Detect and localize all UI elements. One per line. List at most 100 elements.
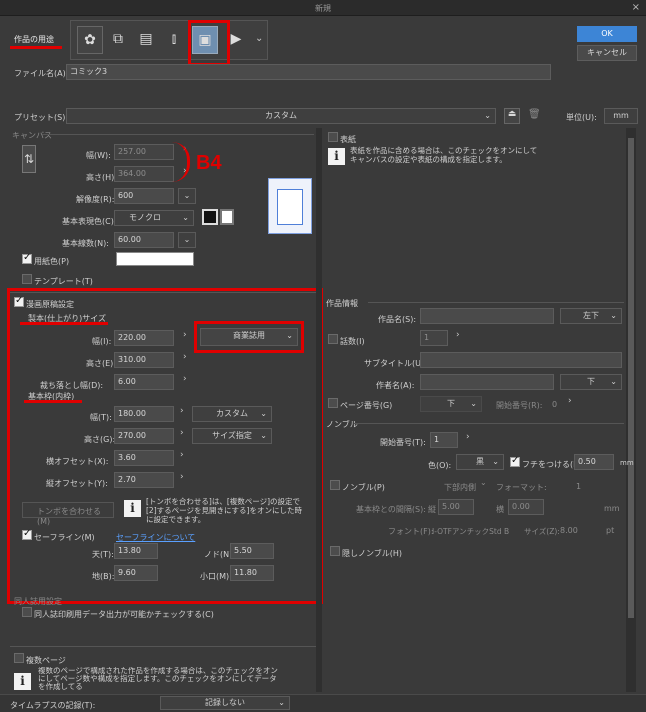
y-offset-input[interactable]: 2.70 xyxy=(114,472,174,488)
multipage-checkbox[interactable] xyxy=(14,653,24,663)
resolution-input[interactable]: 600 xyxy=(114,188,174,204)
chevron-down-icon[interactable]: ⌄ xyxy=(255,33,263,44)
orientation-icon[interactable]: ⇅ xyxy=(22,145,36,173)
cover-checkbox[interactable] xyxy=(328,132,338,142)
work-info-divider xyxy=(368,302,624,303)
safe-gutter-input[interactable]: 5.50 xyxy=(230,543,274,559)
episode-checkbox[interactable] xyxy=(328,334,338,344)
safe-fore-edge-input[interactable]: 11.80 xyxy=(230,565,274,581)
secret-nombre-checkbox[interactable] xyxy=(330,546,340,556)
page-number-position-select[interactable]: 下 ⌄ xyxy=(420,396,482,412)
screen-lines-input[interactable]: 60.00 xyxy=(114,232,174,248)
nombre-outline-checkbox[interactable] xyxy=(510,455,520,467)
frame-height-input[interactable]: 270.00 xyxy=(114,428,174,444)
work-title-position-select[interactable]: 左下 ⌄ xyxy=(560,308,622,324)
nombre-color-select[interactable]: 黒 ⌄ xyxy=(456,454,504,470)
timelapse-select[interactable]: 記録しない ⌄ xyxy=(160,696,290,710)
safe-line-help-link[interactable]: セーフラインについて xyxy=(116,532,195,543)
nombre-outline-input[interactable]: 0.50 xyxy=(574,454,614,470)
subtitle-input[interactable] xyxy=(420,352,622,368)
page-number-label: ページ番号(G) xyxy=(340,401,393,410)
spread-purpose-icon[interactable]: ⫾ xyxy=(161,26,187,54)
template-checkbox[interactable] xyxy=(22,274,32,284)
webtoon-purpose-icon[interactable]: ⧉ xyxy=(105,26,131,54)
cancel-button[interactable]: キャンセル xyxy=(577,45,637,61)
chevron-right-icon[interactable]: › xyxy=(568,396,572,406)
work-title-input[interactable] xyxy=(420,308,554,324)
selected-purpose-annotation xyxy=(188,20,230,66)
frame-width-select[interactable]: カスタム ⌄ xyxy=(192,406,272,422)
x-offset-input[interactable]: 3.60 xyxy=(114,450,174,466)
safe-bottom-input[interactable]: 9.60 xyxy=(114,565,158,581)
chevron-down-icon: ⌄ xyxy=(480,478,487,487)
chevron-right-icon[interactable]: › xyxy=(180,450,184,460)
author-position: 下 xyxy=(587,377,595,386)
illustration-purpose-icon[interactable]: ✿ xyxy=(77,26,103,54)
binding-width-label: 幅(I): xyxy=(92,337,112,346)
episode-label: 話数(I) xyxy=(340,337,365,346)
frame-width-select-value: カスタム xyxy=(216,409,248,418)
paper-color-checkbox[interactable] xyxy=(22,252,32,264)
nombre-size-value[interactable]: 8.00 xyxy=(560,526,578,535)
paper-color-swatch[interactable] xyxy=(116,252,194,266)
comic-purpose-icon[interactable]: ▤ xyxy=(133,26,159,54)
binding-height-input[interactable]: 310.00 xyxy=(114,352,174,368)
white-color-swatch[interactable] xyxy=(220,209,234,225)
nombre-label: ノンブル(P) xyxy=(342,483,385,492)
chevron-right-icon[interactable]: › xyxy=(180,406,184,416)
author-position-select[interactable]: 下 ⌄ xyxy=(560,374,622,390)
chevron-right-icon[interactable]: › xyxy=(180,472,184,482)
color-mode-select[interactable]: モノクロ ⌄ xyxy=(114,210,194,226)
safe-top-input[interactable]: 13.80 xyxy=(114,543,158,559)
nombre-start-input[interactable]: 1 xyxy=(430,432,458,448)
color-mode-value: モノクロ xyxy=(129,213,161,222)
chevron-right-icon[interactable]: › xyxy=(466,432,470,442)
chevron-down-icon: ⌄ xyxy=(610,377,617,386)
canvas-height-label: 高さ(H): xyxy=(86,173,117,182)
preset-select[interactable]: カスタム ⌄ xyxy=(66,108,496,124)
multipage-label: 複数ページ xyxy=(26,656,66,665)
work-title-label: 作品名(S): xyxy=(378,315,417,324)
unit-select[interactable]: mm xyxy=(604,108,638,124)
nombre-color-label: 色(O): xyxy=(428,461,452,470)
right-scrollbar[interactable] xyxy=(626,128,636,692)
nombre-gap-v-input[interactable]: 5.00 xyxy=(438,499,474,515)
size-brace-annotation xyxy=(172,142,190,182)
file-name-input[interactable]: コミック3 xyxy=(66,64,551,80)
page-number-checkbox[interactable] xyxy=(328,398,338,408)
purpose-underline-annotation xyxy=(10,46,62,49)
bleed-input[interactable]: 6.00 xyxy=(114,374,174,390)
nombre-font-value[interactable]: I-OTFアンチックStd B xyxy=(432,526,509,537)
page-start-value[interactable]: 0 xyxy=(552,400,557,409)
chevron-right-icon[interactable]: › xyxy=(183,374,187,384)
close-icon[interactable]: × xyxy=(632,2,640,13)
canvas-height-input[interactable]: 364.00 xyxy=(114,166,174,182)
author-input[interactable] xyxy=(420,374,554,390)
episode-input[interactable]: 1 xyxy=(420,330,448,346)
nombre-format-value[interactable]: 1 xyxy=(576,482,581,491)
screen-lines-dropdown[interactable]: ⌄ xyxy=(178,232,196,248)
black-color-swatch[interactable] xyxy=(202,209,218,225)
binding-width-input[interactable]: 220.00 xyxy=(114,330,174,346)
canvas-width-input[interactable]: 257.00 xyxy=(114,144,174,160)
nombre-checkbox[interactable] xyxy=(330,480,340,490)
nombre-gap-h-input[interactable]: 0.00 xyxy=(508,499,544,515)
chevron-right-icon[interactable]: › xyxy=(183,352,187,362)
safe-line-checkbox[interactable] xyxy=(22,528,32,540)
unit-label: 単位(U): xyxy=(566,113,597,122)
chevron-down-icon: ⌄ xyxy=(484,111,491,120)
nombre-position[interactable]: 下部内側 xyxy=(444,482,476,493)
chevron-right-icon[interactable]: › xyxy=(456,330,460,340)
ok-button[interactable]: OK xyxy=(577,26,637,42)
frame-height-select[interactable]: サイズ指定 ⌄ xyxy=(192,428,272,444)
save-preset-icon[interactable]: ⏏ xyxy=(504,108,520,124)
tombo-button[interactable]: トンボを合わせる(M) xyxy=(22,502,114,526)
trash-icon[interactable]: 🗑 xyxy=(528,109,541,120)
doujin-checkbox[interactable] xyxy=(22,607,32,617)
left-scrollbar[interactable] xyxy=(316,128,322,692)
resolution-dropdown[interactable]: ⌄ xyxy=(178,188,196,204)
chevron-right-icon[interactable]: › xyxy=(180,428,184,438)
scrollbar-thumb[interactable] xyxy=(628,138,634,618)
frame-width-input[interactable]: 180.00 xyxy=(114,406,174,422)
chevron-right-icon[interactable]: › xyxy=(183,330,187,340)
